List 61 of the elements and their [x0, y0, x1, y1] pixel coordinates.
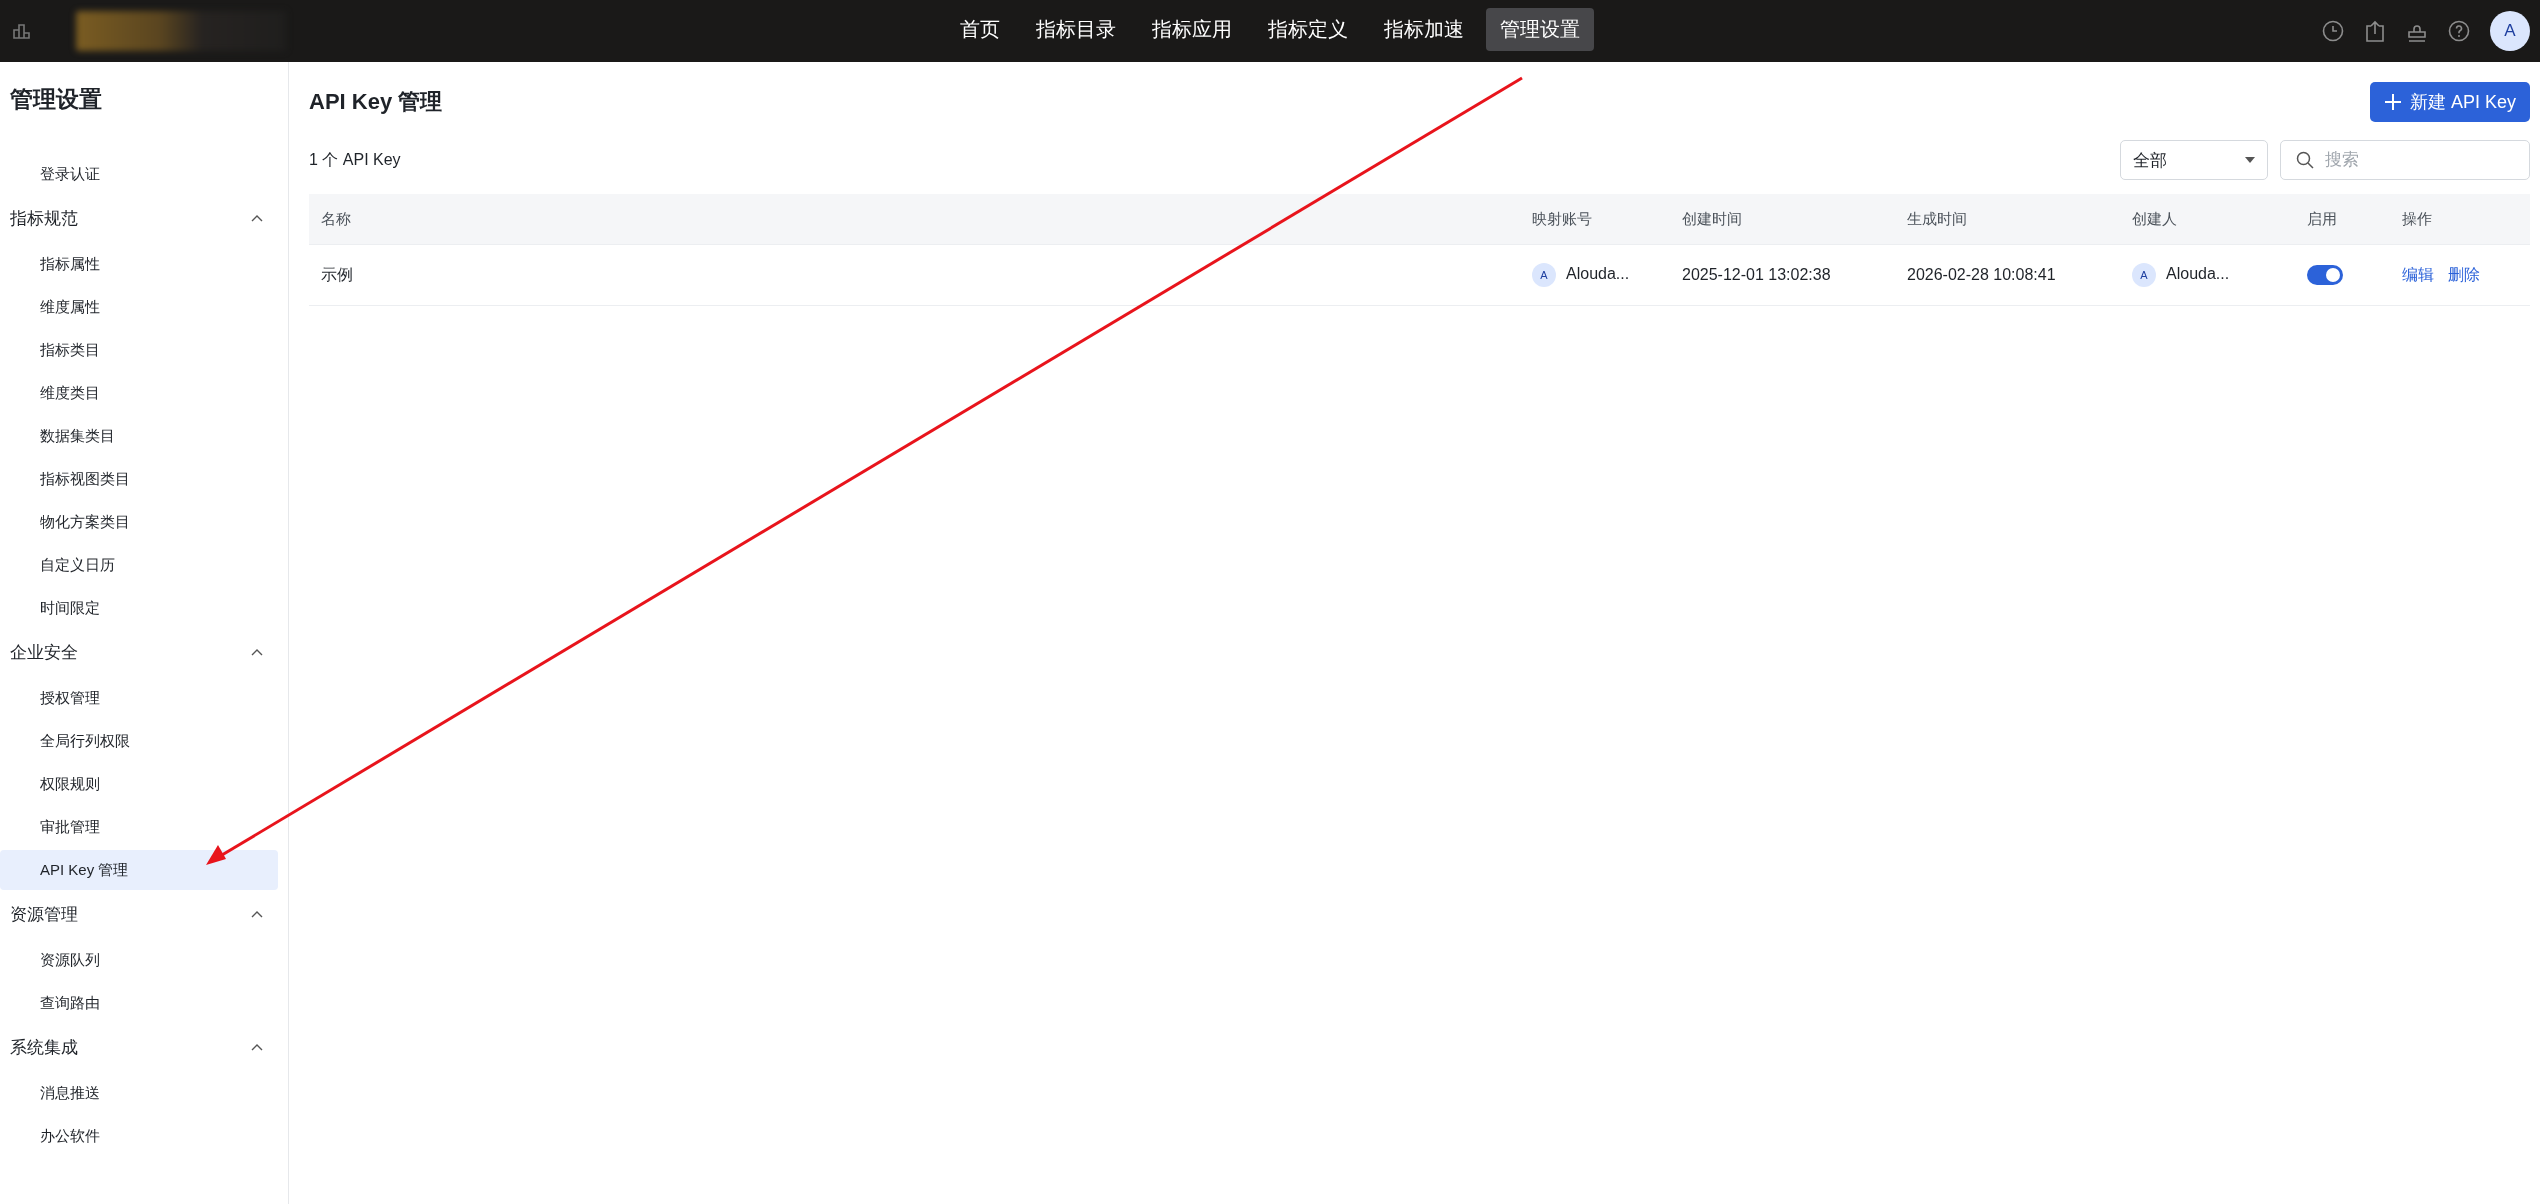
action-link[interactable]: 删除 — [2448, 265, 2480, 283]
key-count: 1 个 API Key — [309, 149, 401, 170]
user-avatar[interactable]: A — [2490, 11, 2530, 51]
nav-tab[interactable]: 首页 — [946, 8, 1014, 51]
caret-icon — [2245, 157, 2255, 163]
table-cell: Alouda... — [2166, 265, 2230, 283]
nav-tab[interactable]: 管理设置 — [1486, 8, 1594, 51]
sidebar-item[interactable]: 指标类目 — [0, 330, 278, 370]
sidebar-item[interactable]: 授权管理 — [0, 678, 278, 718]
sidebar-item[interactable]: 办公软件 — [0, 1116, 278, 1156]
sidebar-title: 管理设置 — [9, 85, 103, 114]
column-header: 生成时间 — [1895, 194, 2120, 245]
sidebar-item[interactable]: 登录认证 — [0, 154, 278, 194]
sidebar-item[interactable]: 维度类目 — [0, 373, 278, 413]
sidebar-item[interactable]: 审批管理 — [0, 807, 278, 847]
bar-chart-icon[interactable] — [12, 21, 32, 41]
table-cell: 2025-12-01 13:02:38 — [1670, 244, 1895, 306]
clock-icon[interactable] — [2322, 20, 2344, 42]
column-header: 操作 — [2390, 194, 2530, 245]
search-field[interactable]: 搜索 — [2280, 140, 2530, 180]
upload-icon[interactable] — [2364, 20, 2386, 42]
sidebar-item[interactable]: 数据集类目 — [0, 416, 278, 456]
sidebar-item[interactable]: 自定义日历 — [0, 545, 278, 585]
action-link[interactable]: 编辑 — [2402, 265, 2434, 283]
sidebar-item[interactable]: 维度属性 — [0, 287, 278, 327]
sidebar-group[interactable]: 指标规范 — [0, 196, 288, 241]
sidebar-group[interactable]: 系统集成 — [0, 1025, 288, 1070]
sidebar-group[interactable]: 企业安全 — [0, 630, 288, 675]
sidebar-item[interactable]: 查询路由 — [0, 983, 278, 1023]
nav-tab[interactable]: 指标定义 — [1254, 8, 1362, 51]
sidebar-item[interactable]: API Key 管理 — [0, 850, 278, 890]
table-cell: Alouda... — [1566, 265, 1630, 283]
table-cell: 2026-02-28 10:08:41 — [1895, 244, 2120, 306]
column-header: 启用 — [2295, 194, 2390, 245]
sidebar-item[interactable]: 指标视图类目 — [0, 459, 278, 499]
nav-tab[interactable]: 指标加速 — [1370, 8, 1478, 51]
sidebar-item[interactable]: 时间限定 — [0, 588, 278, 628]
page-title: API Key 管理 — [309, 88, 443, 116]
column-header: 映射账号 — [1520, 194, 1670, 245]
help-icon[interactable] — [2448, 20, 2470, 42]
column-header: 创建人 — [2120, 194, 2295, 245]
creator-avatar: A — [2132, 263, 2156, 287]
column-header: 创建时间 — [1670, 194, 1895, 245]
account-avatar: A — [1532, 263, 1556, 287]
sidebar-item[interactable]: 全局行列权限 — [0, 721, 278, 761]
enable-toggle[interactable] — [2307, 265, 2343, 285]
new-api-key-button[interactable]: 新建 API Key — [2369, 82, 2530, 122]
column-header: 名称 — [309, 194, 1520, 245]
sidebar-item[interactable]: 权限规则 — [0, 764, 278, 804]
sidebar-item[interactable]: 物化方案类目 — [0, 502, 278, 542]
status-dropdown[interactable]: 全部 — [2120, 140, 2268, 180]
plus-icon — [2383, 93, 2402, 111]
nav-tab[interactable]: 指标目录 — [1022, 8, 1130, 51]
logo[interactable] — [76, 11, 286, 51]
sidebar-item[interactable]: 资源队列 — [0, 940, 278, 980]
table-cell: 示例 — [309, 244, 1520, 306]
sidebar-item[interactable]: 消息推送 — [0, 1073, 278, 1113]
search-icon — [2296, 151, 2314, 169]
sidebar-group[interactable]: 资源管理 — [0, 892, 288, 937]
nav-tab[interactable]: 指标应用 — [1138, 8, 1246, 51]
sidebar-item[interactable]: 指标属性 — [0, 244, 278, 284]
